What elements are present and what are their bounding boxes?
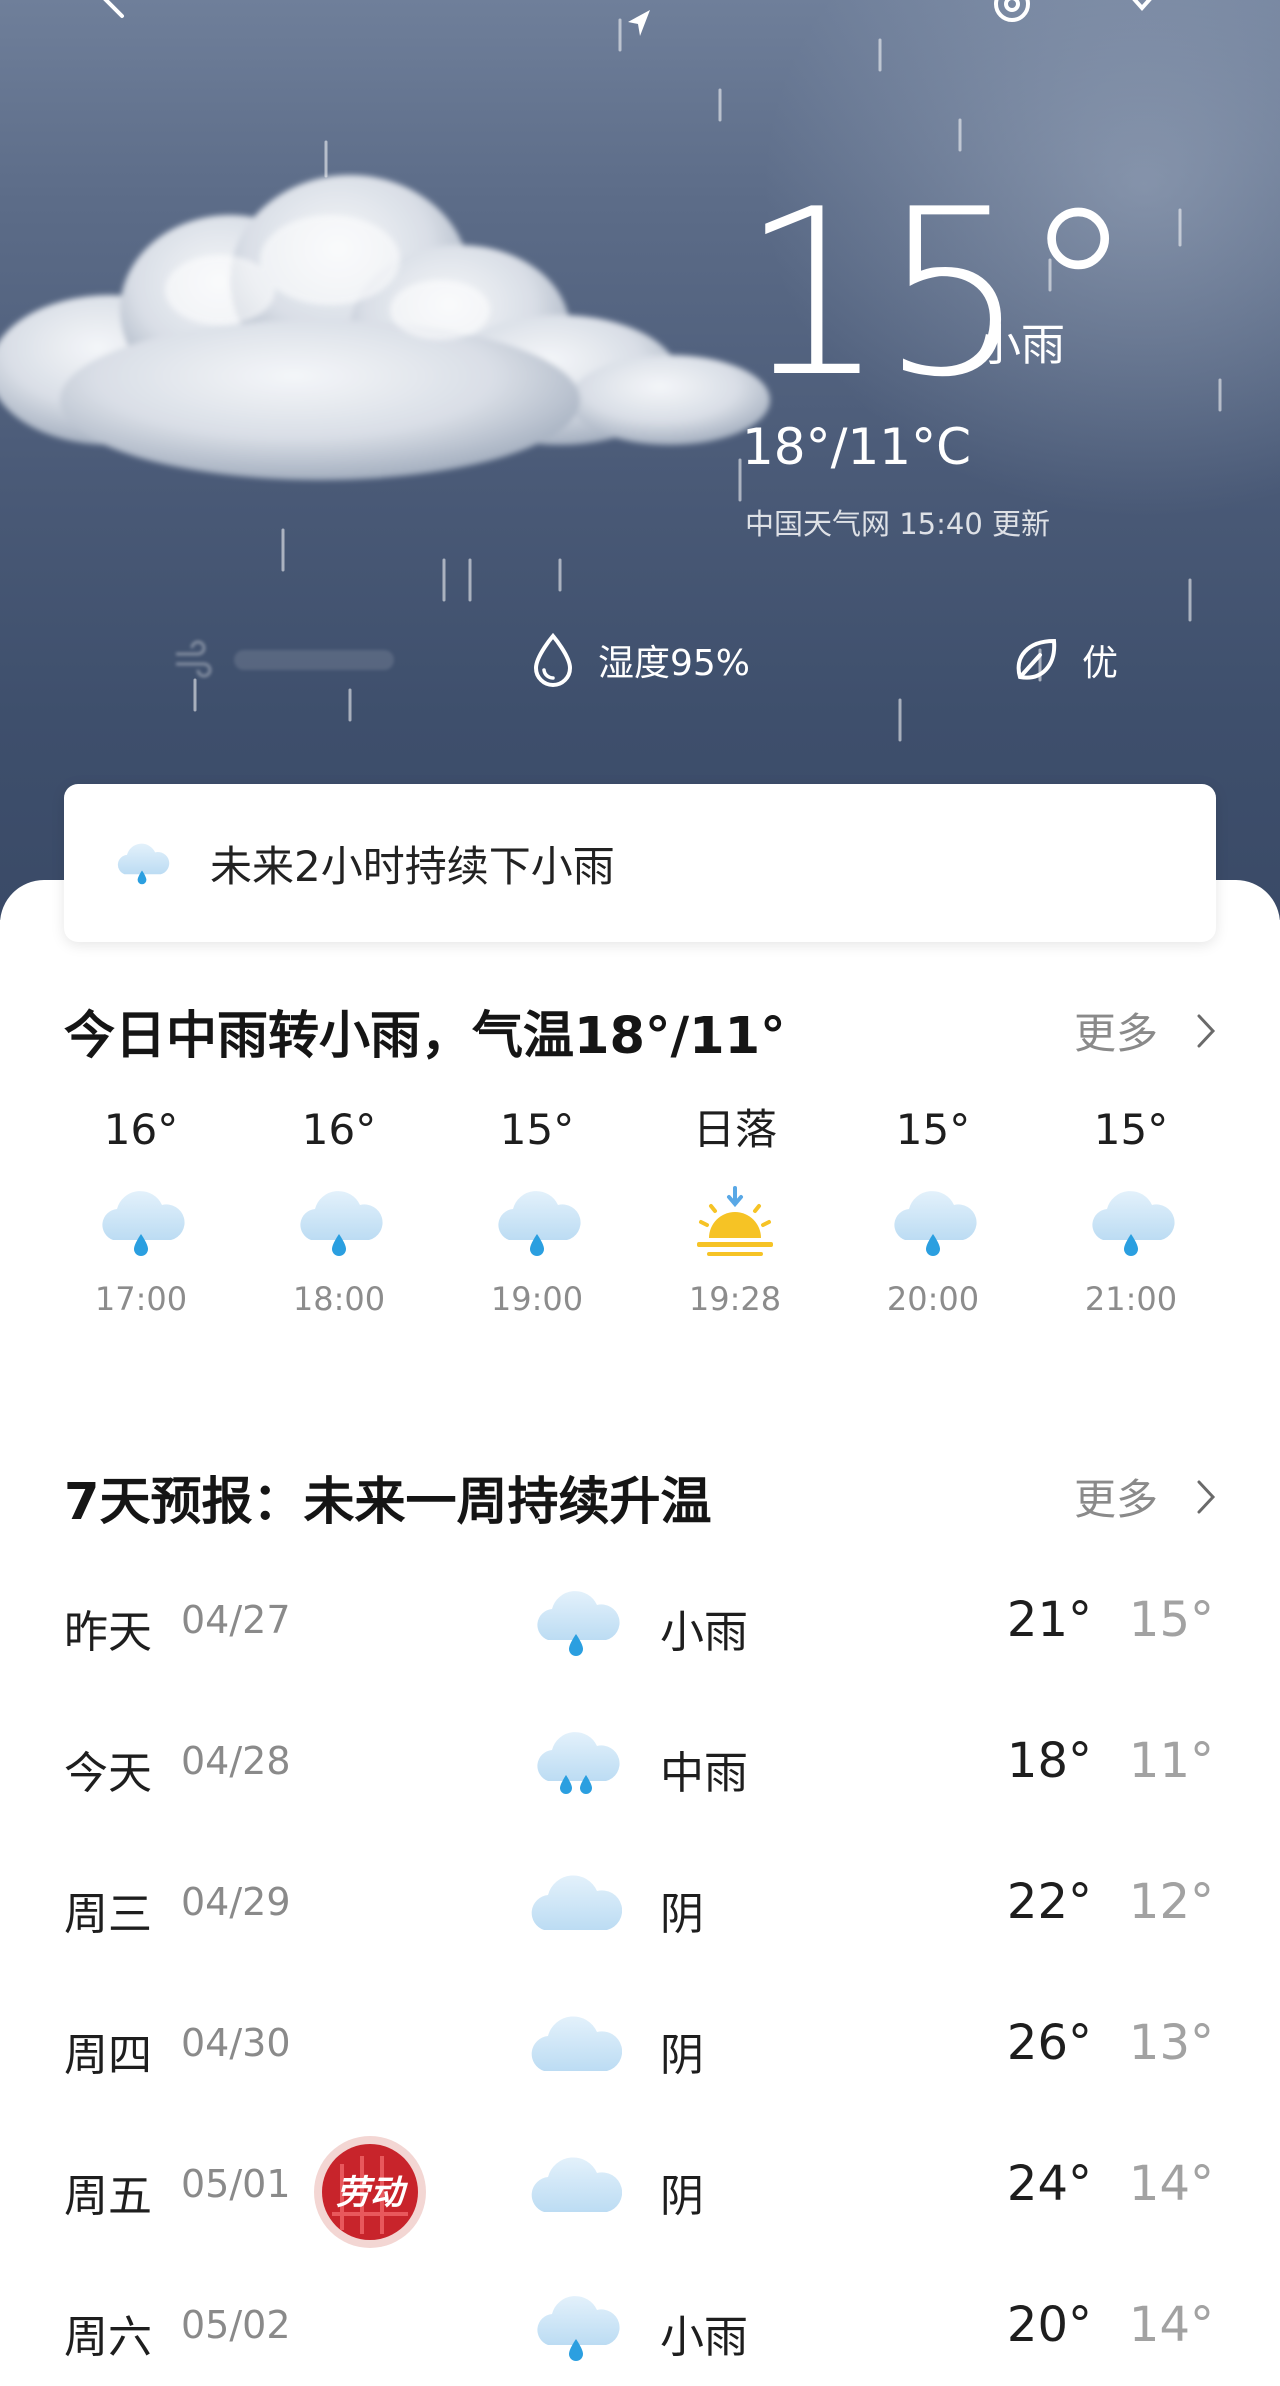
day-condition: 阴: [660, 2171, 704, 2222]
day-high-temp: 18°: [1006, 1733, 1092, 1789]
air-quality-value: 优: [1082, 643, 1119, 684]
day-low-temp: 15°: [1128, 1592, 1214, 1648]
day-name: 周四: [64, 2030, 152, 2081]
rain-streaks: [193, 18, 1222, 742]
today-more-link[interactable]: 更多: [1074, 1000, 1216, 1061]
hour-temperature: 15°: [499, 1105, 575, 1154]
back-arrow-icon[interactable]: [96, 0, 136, 20]
day-date: 04/30: [181, 2021, 291, 2065]
today-summary-title: 今日中雨转小雨，气温18°/11°: [64, 1007, 786, 1066]
humidity-stat[interactable]: 湿度95%: [530, 630, 750, 690]
chevron-right-icon: [1197, 1480, 1216, 1513]
day-name: 今天: [64, 1748, 152, 1799]
hour-temperature: 16°: [103, 1105, 179, 1154]
wind-icon: [176, 640, 212, 678]
rain-cloud-icon: [530, 1582, 622, 1662]
day-row[interactable]: 周五 05/01 阴 24° 14° 劳动: [0, 2124, 1280, 2248]
day-condition: 阴: [660, 2030, 704, 2081]
day-condition: 阴: [660, 1889, 704, 1940]
leaf-icon: [1016, 638, 1057, 680]
hour-temperature: 日落: [692, 1105, 777, 1154]
day-row[interactable]: 周四 04/30 阴 26° 13°: [0, 1983, 1280, 2103]
overcast-cloud-icon: [531, 2157, 622, 2212]
day-row[interactable]: 周六 05/02 小雨 20° 14°: [0, 2265, 1280, 2385]
hour-temperature: 16°: [301, 1105, 377, 1154]
rain-cloud-icon: [293, 1182, 385, 1262]
day-name: 周五: [64, 2171, 152, 2222]
day-low-temp: 13°: [1128, 2015, 1214, 2071]
hour-item: 16° 17:00: [42, 1100, 240, 1340]
day-date: 04/28: [181, 1739, 291, 1783]
day-date: 05/02: [181, 2303, 291, 2347]
overcast-cloud-icon: [531, 1875, 622, 1930]
rain-cloud-icon: [530, 2287, 622, 2367]
day-high-temp: 21°: [1006, 1592, 1092, 1648]
hour-temperature: 15°: [895, 1105, 971, 1154]
hour-time: 18:00: [292, 1280, 386, 1318]
day-high-temp: 22°: [1006, 1874, 1092, 1930]
day-row[interactable]: 昨天 04/27 小雨 21° 15°: [0, 1560, 1280, 1680]
hour-item: 15° 20:00: [834, 1100, 1032, 1340]
week-more-label: 更多: [1073, 1475, 1158, 1524]
rain-cloud-icon: [95, 1182, 187, 1262]
humidity-value: 湿度95%: [598, 643, 751, 684]
hourly-forecast[interactable]: 16° 17:00 16° 18:00 15° 19:00 日落 19:28 15° 20:00 1…: [42, 1100, 1238, 1340]
day-high-temp: 24°: [1006, 2156, 1092, 2212]
today-more-label: 更多: [1073, 1009, 1158, 1058]
day-high-temp: 20°: [1006, 2297, 1092, 2353]
day-row[interactable]: 今天 04/28 中雨 18° 11°: [0, 1701, 1280, 1821]
day-date: 04/27: [181, 1598, 291, 1642]
hour-temperature: 15°: [1093, 1105, 1169, 1154]
wind-stat: [172, 630, 394, 690]
hour-item: 15° 21:00: [1032, 1100, 1230, 1340]
day-name: 周三: [64, 1889, 152, 1940]
holiday-badge-icon: 劳动: [314, 2136, 426, 2248]
location-arrow-icon: [628, 10, 650, 36]
weather-hero: 15° 小雨 18°/11°C 中国天气网 15:40 更新 湿度95% 优: [0, 0, 1280, 920]
nowcast-text: 未来2小时持续下小雨: [210, 841, 615, 891]
current-condition: 小雨: [977, 320, 1065, 371]
sunset-icon: [695, 1186, 775, 1258]
week-more-link[interactable]: 更多: [1074, 1466, 1216, 1527]
today-temp-range: 18°/11°C: [742, 418, 972, 476]
current-temperature: 15°: [740, 161, 1136, 428]
rain-cloud-icon: [491, 1182, 583, 1262]
day-low-temp: 12°: [1128, 1874, 1214, 1930]
hour-item: 日落 19:28: [636, 1100, 834, 1340]
rain-cloud-icon: [887, 1182, 979, 1262]
day-date: 04/29: [181, 1880, 291, 1924]
nowcast-card[interactable]: 未来2小时持续下小雨: [64, 784, 1216, 942]
hour-item: 16° 18:00: [240, 1100, 438, 1340]
day-row[interactable]: 周三 04/29 阴 22° 12°: [0, 1842, 1280, 1962]
hour-time: 17:00: [94, 1280, 188, 1318]
top-bar: [0, 0, 1280, 40]
rain-cloud-icon: [112, 838, 172, 888]
hour-time: 19:00: [490, 1280, 584, 1318]
day-name: 昨天: [64, 1607, 152, 1658]
chevron-right-icon: [1197, 1014, 1216, 1047]
gear-icon[interactable]: [990, 0, 1034, 26]
air-quality-stat[interactable]: 优: [1010, 630, 1118, 690]
hour-item: 15° 19:00: [438, 1100, 636, 1340]
day-date: 05/01: [181, 2162, 291, 2206]
droplet-icon: [533, 632, 573, 687]
day-high-temp: 26°: [1006, 2015, 1092, 2071]
more-icon[interactable]: [1120, 0, 1164, 26]
day-low-temp: 11°: [1128, 1733, 1214, 1789]
week-summary-title: 7天预报：未来一周持续升温: [64, 1473, 712, 1532]
moderate-rain-icon: [530, 1723, 622, 1803]
hour-time: 21:00: [1084, 1280, 1178, 1318]
holiday-badge-text: 劳动: [336, 2173, 408, 2213]
day-low-temp: 14°: [1128, 2297, 1214, 2353]
day-condition: 小雨: [660, 2312, 748, 2363]
hour-time: 19:28: [688, 1280, 782, 1318]
day-condition: 中雨: [660, 1748, 748, 1799]
day-low-temp: 14°: [1128, 2156, 1214, 2212]
hour-time: 20:00: [886, 1280, 980, 1318]
overcast-cloud-icon: [531, 2016, 622, 2071]
day-name: 周六: [64, 2312, 152, 2363]
rain-cloud-icon: [1085, 1182, 1177, 1262]
day-condition: 小雨: [660, 1607, 748, 1658]
update-source-time: 中国天气网 15:40 更新: [745, 507, 1051, 541]
